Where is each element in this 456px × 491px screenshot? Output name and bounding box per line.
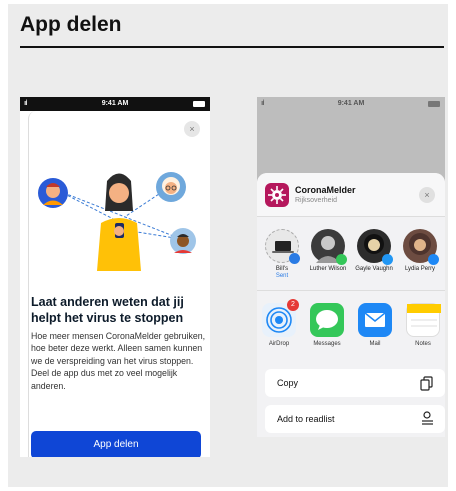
share-headline: Laat anderen weten dat jij helpt het vir… xyxy=(31,295,184,325)
share-app-label: Notes xyxy=(415,341,431,347)
copy-icon xyxy=(420,376,433,391)
airdrop-people-row: Bill's Sent Luther Wilson Gayle Vaughn L… xyxy=(257,221,445,291)
status-bar: ııl 9:41 AM xyxy=(20,97,210,111)
share-apps-row: 2 AirDrop Messages Mail Notes xyxy=(257,297,445,357)
share-app-notes[interactable]: Notes xyxy=(403,303,443,347)
action-label: Copy xyxy=(277,378,299,388)
share-app-button[interactable]: App delen xyxy=(31,431,201,457)
copy-action[interactable]: Copy xyxy=(265,369,445,397)
person-right-icon xyxy=(170,228,196,254)
airdrop-count-badge: 2 xyxy=(287,299,299,311)
person-target-lydia-perry[interactable]: Lydia Perry xyxy=(397,229,443,273)
status-time: 9:41 AM xyxy=(101,100,129,107)
share-app-mail[interactable]: Mail xyxy=(355,303,395,347)
share-app-label: AirDrop xyxy=(268,341,290,347)
mail-badge-icon xyxy=(428,254,439,265)
person-target-bills[interactable]: Bill's Sent xyxy=(259,229,305,280)
messages-icon xyxy=(310,303,344,337)
person-target-gayle-vaughn[interactable]: Gayle Vaughn xyxy=(351,229,397,273)
person-name: Luther Wilson xyxy=(309,266,347,272)
close-share-sheet-button[interactable]: × xyxy=(419,187,435,203)
person-avatar-icon xyxy=(357,229,393,265)
app-name: CoronaMelder xyxy=(295,185,356,195)
person-avatar-icon xyxy=(311,229,347,265)
status-time: 9:41 AM xyxy=(337,100,365,107)
status-bar: ııl 9:41 AM xyxy=(257,97,445,111)
person-left-icon xyxy=(38,178,68,208)
mail-icon xyxy=(358,303,392,337)
share-app-label: Mail xyxy=(369,341,381,347)
share-app-airdrop[interactable]: 2 AirDrop xyxy=(259,299,299,347)
shared-app-header: CoronaMelder Rijksoverheid × xyxy=(257,173,445,217)
laptop-avatar-icon xyxy=(265,229,300,264)
share-intro-sheet: × Laat anderen weten dat jij helpt het v… xyxy=(28,111,210,457)
person-name: Gayle Vaughn xyxy=(355,266,393,272)
person-older-woman-icon xyxy=(156,172,186,202)
airdrop-badge-icon xyxy=(289,253,300,264)
action-label: Add to readlist xyxy=(277,414,335,424)
woman-with-phone-icon xyxy=(97,173,141,271)
messages-badge-icon xyxy=(336,254,347,265)
readlist-icon xyxy=(422,411,433,425)
phone-share-intro: ııl 9:41 AM × Laat anderen weten dat jij… xyxy=(20,97,210,457)
app-publisher: Rijksoverheid xyxy=(295,197,338,204)
person-avatar-icon xyxy=(403,229,439,265)
person-status: Sent xyxy=(275,273,289,279)
share-app-messages[interactable]: Messages xyxy=(307,303,347,347)
close-button[interactable]: × xyxy=(184,121,200,137)
virus-icon xyxy=(268,186,286,204)
people-sharing-illustration xyxy=(38,172,196,271)
phone-share-sheet: ııl 9:41 AM CoronaMelder Rijksoverheid ×… xyxy=(257,97,445,437)
battery-icon xyxy=(428,101,440,107)
person-name: Lydia Perry xyxy=(404,266,436,272)
share-app-label: Messages xyxy=(313,341,341,347)
coronamelder-app-icon xyxy=(265,183,289,207)
notes-icon xyxy=(406,303,441,337)
page-title: App delen xyxy=(20,13,122,36)
header: App delen xyxy=(8,4,448,50)
telegram-badge-icon xyxy=(382,254,393,265)
share-description: Hoe meer mensen CoronaMelder gebruiken, … xyxy=(31,331,206,391)
battery-icon xyxy=(193,101,205,107)
person-target-luther-wilson[interactable]: Luther Wilson xyxy=(305,229,351,273)
title-divider xyxy=(20,46,444,48)
person-name: Bill's xyxy=(275,266,289,272)
add-to-readlist-action[interactable]: Add to readlist xyxy=(265,405,445,433)
ios-share-sheet: CoronaMelder Rijksoverheid × Bill's Sent xyxy=(257,173,445,437)
airdrop-icon: 2 xyxy=(262,299,299,337)
